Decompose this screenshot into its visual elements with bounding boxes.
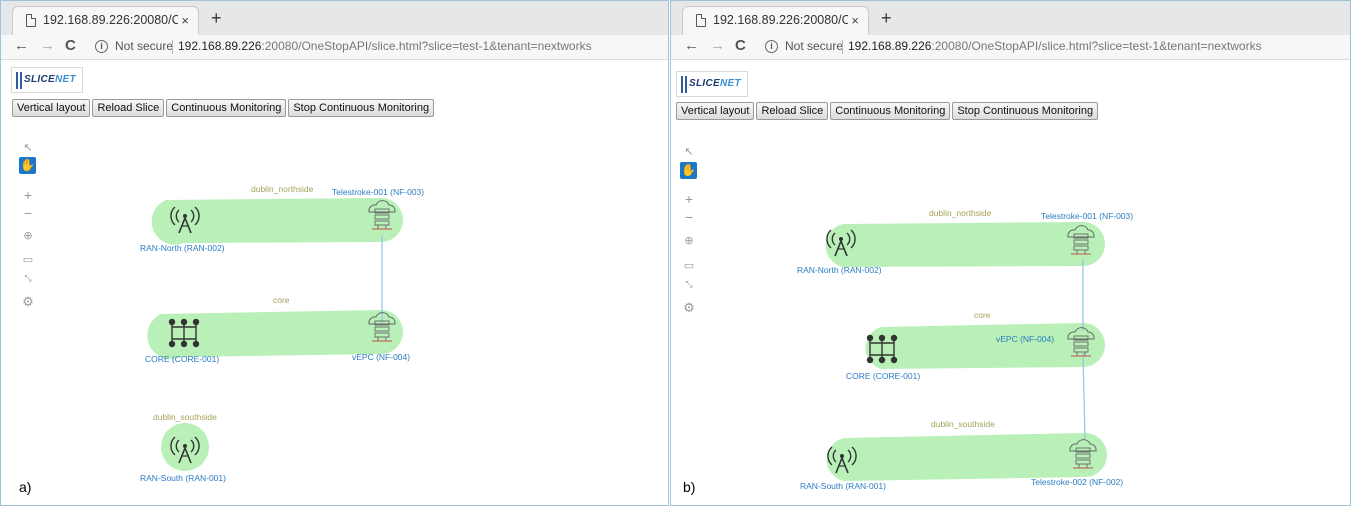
node-label-ran-south[interactable]: RAN-South (RAN-001) xyxy=(140,473,226,483)
node-label-vepc[interactable]: vEPC (NF-004) xyxy=(996,334,1054,344)
group-label-north: dublin_northside xyxy=(251,184,314,194)
node-label-telestroke-002[interactable]: Telestroke-002 (NF-002) xyxy=(1031,477,1123,487)
browser-window-b: 192.168.89.226:20080/C × + ← → C i Not s… xyxy=(670,0,1351,506)
node-label-ran-north[interactable]: RAN-North (RAN-002) xyxy=(797,265,882,275)
group-label-north: dublin_northside xyxy=(929,208,992,218)
browser-window-a: 192.168.89.226:20080/C × + ← → C i Not s… xyxy=(0,0,669,506)
node-label-core[interactable]: CORE (CORE-001) xyxy=(145,354,219,364)
node-label-telestroke-001[interactable]: Telestroke-001 (NF-003) xyxy=(1041,211,1133,221)
group-label-core: core xyxy=(974,310,991,320)
panel-caption: a) xyxy=(19,479,32,495)
group-label-south: dublin_southside xyxy=(931,419,995,429)
group-core xyxy=(865,323,1105,369)
node-label-telestroke-001[interactable]: Telestroke-001 (NF-003) xyxy=(332,187,424,197)
group-label-core: core xyxy=(273,295,290,305)
group-dublin-southside xyxy=(826,433,1107,481)
slice-graph: dublin_northside Telestroke-001 (NF-003)… xyxy=(140,184,424,483)
node-label-ran-north[interactable]: RAN-North (RAN-002) xyxy=(140,243,225,253)
group-label-south: dublin_southside xyxy=(153,412,217,422)
slice-graph: dublin_northside Telestroke-001 (NF-003)… xyxy=(797,208,1133,491)
node-label-core[interactable]: CORE (CORE-001) xyxy=(846,371,920,381)
panel-caption: b) xyxy=(683,479,696,495)
group-dublin-northside xyxy=(825,222,1105,267)
node-label-vepc[interactable]: vEPC (NF-004) xyxy=(352,352,410,362)
node-label-ran-south[interactable]: RAN-South (RAN-001) xyxy=(800,481,886,491)
group-dublin-northside xyxy=(151,198,403,245)
